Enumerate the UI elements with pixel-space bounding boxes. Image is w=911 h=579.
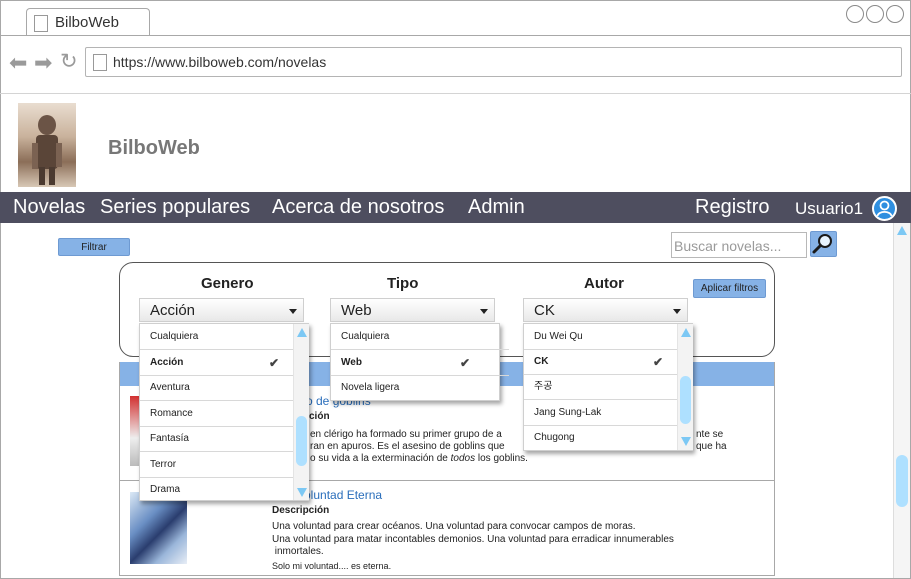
scroll-down-icon[interactable]	[297, 488, 307, 497]
chevron-down-icon	[673, 309, 681, 314]
page-scrollbar[interactable]	[893, 223, 910, 578]
scroll-up-icon[interactable]	[297, 328, 307, 337]
tabstrip-divider	[0, 35, 911, 36]
autor-option[interactable]: 주공	[524, 374, 686, 400]
novel-description-line: Una voluntad para crear océanos. Una vol…	[272, 521, 636, 532]
filter-tipo-label: Tipo	[387, 275, 419, 292]
search-input[interactable]: Buscar novelas...	[671, 232, 807, 258]
novel-description-line: inmortales.	[272, 546, 324, 557]
filter-autor-label: Autor	[584, 275, 624, 292]
novel-description-line: ran en apuros. Es el asesino de goblins …	[310, 441, 505, 452]
novel-description-line: que ha	[696, 441, 727, 452]
genero-option[interactable]: Fantasía	[140, 426, 302, 452]
nav-admin[interactable]: Admin	[468, 196, 525, 219]
novel-cover[interactable]	[130, 492, 187, 564]
genero-option[interactable]: Terror	[140, 452, 302, 478]
autor-option[interactable]: Chugong	[524, 425, 686, 450]
filter-button[interactable]: Filtrar	[58, 238, 130, 256]
site-logo	[18, 103, 76, 187]
forward-arrow-icon[interactable]: ➡	[34, 52, 52, 74]
novel-description-line: nte se	[696, 429, 724, 440]
autor-scroll-thumb[interactable]	[680, 376, 691, 424]
checkmark-icon: ✔	[460, 356, 471, 370]
tipo-select[interactable]: Web	[330, 298, 495, 322]
address-bar[interactable]: https://www.bilboweb.com/novelas	[85, 47, 902, 77]
nav-novelas[interactable]: Novelas	[13, 196, 85, 219]
magnifier-icon	[812, 234, 832, 254]
toolbar-divider	[0, 93, 911, 94]
genero-option[interactable]: Drama	[140, 477, 302, 502]
autor-selected: CK	[534, 302, 555, 319]
chevron-down-icon	[480, 309, 488, 314]
close-button[interactable]	[886, 5, 904, 23]
chevron-down-icon	[289, 309, 297, 314]
page-scroll-thumb[interactable]	[896, 455, 908, 507]
tipo-selected: Web	[341, 302, 372, 319]
scroll-up-icon[interactable]	[681, 328, 691, 337]
novel-description-line: Solo mi voluntad.... es eterna.	[272, 561, 392, 571]
nav-acerca-de-nosotros[interactable]: Acerca de nosotros	[272, 196, 444, 219]
novel-description-line: en clérigo ha formado su primer grupo de…	[310, 429, 502, 440]
autor-option[interactable]: Du Wei Qu	[524, 324, 686, 350]
minimize-button[interactable]	[846, 5, 864, 23]
genero-option[interactable]: Cualquiera	[140, 324, 302, 350]
tipo-option[interactable]: Web	[331, 350, 509, 376]
page-icon	[93, 54, 107, 71]
maximize-button[interactable]	[866, 5, 884, 23]
autor-select[interactable]: CK	[523, 298, 688, 322]
genero-option[interactable]: Aventura	[140, 375, 302, 401]
tipo-option[interactable]: Novela ligera	[331, 375, 509, 400]
url-text: https://www.bilboweb.com/novelas	[113, 54, 327, 70]
back-arrow-icon[interactable]: ⬅	[9, 52, 27, 74]
tab-title: BilboWeb	[55, 14, 119, 31]
checkmark-icon: ✔	[269, 356, 280, 370]
scroll-down-icon[interactable]	[681, 437, 691, 446]
site-title: BilboWeb	[108, 137, 200, 159]
desc-text: o su vida a la exterminación de	[310, 453, 451, 464]
checkmark-icon: ✔	[653, 355, 664, 369]
filter-genero-label: Genero	[201, 275, 254, 292]
desc-emphasis: todos	[450, 453, 476, 464]
novel-description-line: o su vida a la exterminación de todos lo…	[310, 453, 528, 465]
search-button[interactable]	[810, 231, 837, 257]
scroll-up-icon[interactable]	[897, 226, 907, 235]
novel-description-label: ción	[309, 411, 330, 422]
autor-option[interactable]: Jang Sung-Lak	[524, 400, 686, 426]
genero-select[interactable]: Acción	[139, 298, 304, 322]
user-avatar-icon[interactable]	[872, 196, 897, 221]
autor-dropdown: Du Wei Qu CK ✔ 주공 Jang Sung-Lak Chugong	[523, 323, 693, 451]
reload-icon[interactable]: ↻	[60, 51, 78, 72]
browser-tab[interactable]: BilboWeb	[26, 8, 150, 36]
genero-dropdown: Cualquiera Acción ✔ Aventura Romance Fan…	[139, 323, 309, 501]
novel-description-line: Una voluntad para matar incontables demo…	[272, 534, 674, 545]
nav-registro[interactable]: Registro	[695, 196, 769, 219]
desc-text: los goblins.	[475, 453, 528, 464]
genero-scroll-thumb[interactable]	[296, 416, 307, 466]
novel-title[interactable]: oluntad Eterna	[304, 488, 382, 502]
genero-scrollbar[interactable]	[293, 324, 309, 500]
page-icon	[34, 15, 48, 32]
nav-series-populares[interactable]: Series populares	[100, 196, 250, 219]
autor-scrollbar[interactable]	[677, 324, 693, 450]
tipo-dropdown: Cualquiera Web ✔ Novela ligera	[330, 323, 509, 401]
novel-description-label: Descripción	[272, 505, 330, 516]
genero-option[interactable]: Romance	[140, 401, 302, 427]
user-name[interactable]: Usuario1	[795, 199, 863, 219]
genero-selected: Acción	[150, 302, 196, 319]
tipo-option[interactable]: Cualquiera	[331, 324, 509, 350]
apply-filters-button[interactable]: Aplicar filtros	[693, 279, 766, 298]
